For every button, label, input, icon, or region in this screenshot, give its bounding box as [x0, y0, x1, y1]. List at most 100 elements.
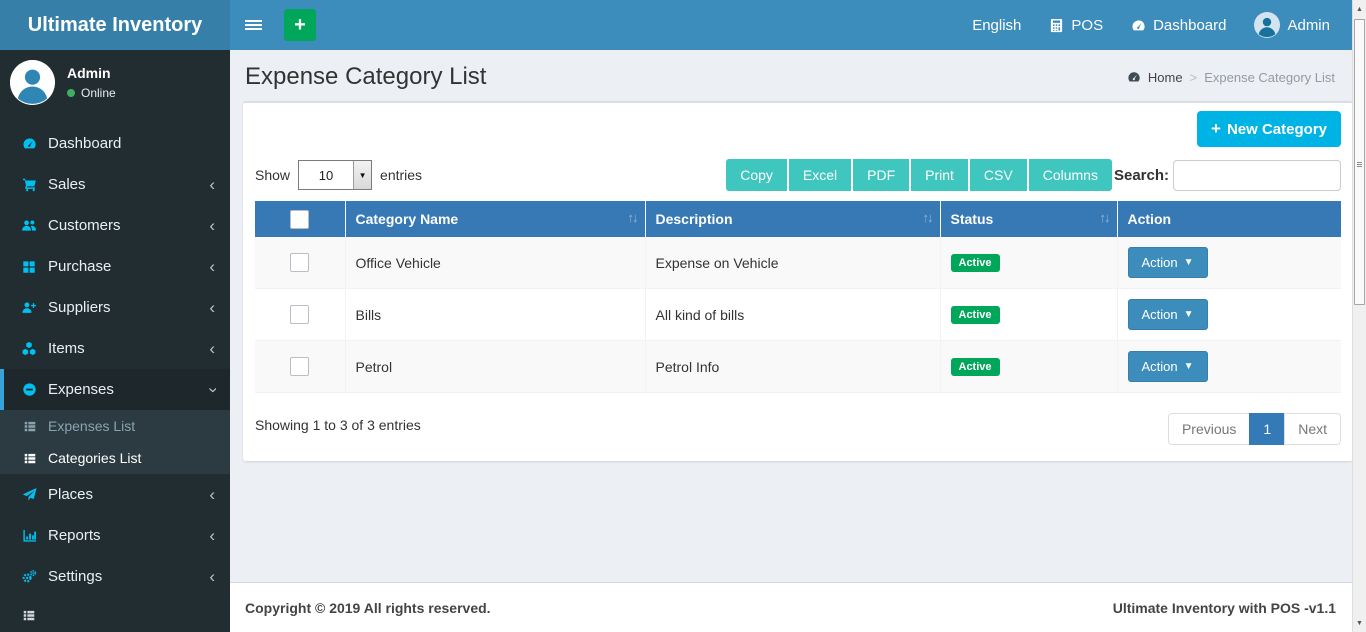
sidebar-toggle-button[interactable] — [230, 0, 276, 50]
page-title: Expense Category List — [245, 63, 486, 91]
footer-copyright: Copyright © 2019 All rights reserved. — [245, 600, 491, 616]
row-checkbox[interactable] — [290, 357, 309, 376]
export-pdf-button[interactable]: PDF — [853, 159, 909, 191]
cart-icon — [19, 177, 39, 192]
select-all-header — [255, 201, 345, 237]
app-logo[interactable]: Ultimate Inventory — [0, 0, 230, 50]
paper-plane-icon — [19, 487, 39, 502]
export-csv-button[interactable]: CSV — [970, 159, 1027, 191]
quick-add-button[interactable]: + — [284, 9, 316, 41]
category-cell: Petrol — [345, 341, 645, 393]
select-arrow-icon: ▼ — [353, 161, 371, 189]
list-icon — [21, 420, 39, 433]
sort-icon: ↑↓ — [628, 210, 637, 225]
user-plus-icon — [19, 300, 39, 315]
entries-label: entries — [380, 167, 422, 183]
sidebar-item-customers[interactable]: Customers ‹ — [0, 205, 230, 246]
scroll-up-button[interactable]: ▲ — [1353, 1, 1366, 17]
caret-down-icon: ▼ — [1184, 257, 1194, 268]
sidebar-item-categories-list[interactable]: Categories List — [0, 442, 230, 474]
search-label: Search: — [1114, 167, 1169, 184]
new-category-button[interactable]: + New Category — [1197, 111, 1341, 147]
sidebar-item-dashboard[interactable]: Dashboard — [0, 123, 230, 164]
scroll-thumb[interactable] — [1354, 19, 1365, 305]
breadcrumb-home[interactable]: Home — [1148, 70, 1183, 85]
header-category-name[interactable]: Category Name ↑↓ — [345, 201, 645, 237]
sidebar-item-items[interactable]: Items ‹ — [0, 328, 230, 369]
select-all-checkbox[interactable] — [290, 210, 309, 229]
sidebar-user-name: Admin — [67, 65, 116, 81]
description-cell: Expense on Vehicle — [645, 237, 940, 289]
sidebar-menu: Dashboard Sales ‹ Customers ‹ Purchase ‹ — [0, 123, 230, 632]
export-copy-button[interactable]: Copy — [726, 159, 787, 191]
chevron-left-icon: ‹ — [209, 303, 215, 313]
sidebar-item-expenses[interactable]: Expenses ‹ — [0, 369, 230, 410]
page-size-select[interactable]: 10 ▼ — [298, 160, 372, 190]
sidebar-user-status: Online — [81, 86, 116, 100]
page-1-button[interactable]: 1 — [1249, 413, 1285, 445]
scroll-down-button[interactable]: ▼ — [1353, 615, 1366, 631]
main-header: Ultimate Inventory + English POS Dashboa… — [0, 0, 1366, 50]
users-icon — [19, 218, 39, 233]
sort-icon: ↑↓ — [923, 210, 932, 225]
sort-icon: ↑↓ — [1100, 210, 1109, 225]
row-action-button[interactable]: Action ▼ — [1128, 299, 1208, 330]
chevron-left-icon: ‹ — [209, 531, 215, 541]
plus-icon: + — [294, 14, 306, 37]
minus-circle-icon — [19, 382, 39, 397]
table-row: Petrol Petrol Info Active Action ▼ — [255, 341, 1341, 393]
chevron-left-icon: ‹ — [209, 180, 215, 190]
chevron-down-icon: ‹ — [207, 387, 217, 393]
status-badge: Active — [951, 306, 1000, 324]
header-status[interactable]: Status ↑↓ — [940, 201, 1117, 237]
chevron-left-icon: ‹ — [209, 490, 215, 500]
pagination: Previous 1 Next — [1168, 413, 1341, 445]
sidebar-item-suppliers[interactable]: Suppliers ‹ — [0, 287, 230, 328]
sidebar: Admin Online Dashboard Sales ‹ Customer — [0, 50, 230, 632]
list-icon — [19, 609, 39, 622]
sidebar-item-reports[interactable]: Reports ‹ — [0, 515, 230, 556]
status-badge: Active — [951, 254, 1000, 272]
sidebar-avatar — [10, 60, 55, 105]
description-cell: Petrol Info — [645, 341, 940, 393]
window-scrollbar[interactable]: ▲ ▼ — [1352, 0, 1366, 632]
chevron-left-icon: ‹ — [209, 572, 215, 582]
content-header: Expense Category List Home > Expense Cat… — [230, 50, 1366, 101]
navbar-right: English POS Dashboard Admin — [958, 0, 1366, 50]
previous-page-button[interactable]: Previous — [1168, 413, 1250, 445]
header-action: Action — [1117, 201, 1341, 237]
next-page-button[interactable]: Next — [1284, 413, 1341, 445]
table-controls: Show 10 ▼ entries Copy Excel PDF Print C… — [255, 159, 1341, 191]
sidebar-item-expenses-list[interactable]: Expenses List — [0, 410, 230, 442]
user-avatar-icon — [1254, 12, 1280, 38]
table-row: Office Vehicle Expense on Vehicle Active… — [255, 237, 1341, 289]
row-checkbox[interactable] — [290, 253, 309, 272]
hamburger-icon — [245, 18, 262, 32]
breadcrumb: Home > Expense Category List — [1127, 70, 1335, 85]
header-description[interactable]: Description ↑↓ — [645, 201, 940, 237]
search-input[interactable] — [1173, 160, 1341, 191]
nav-user-menu[interactable]: Admin — [1240, 0, 1344, 50]
category-list-card: + New Category Show 10 ▼ entries Copy Ex… — [243, 101, 1353, 461]
status-badge: Active — [951, 358, 1000, 376]
export-excel-button[interactable]: Excel — [789, 159, 851, 191]
top-navbar: + English POS Dashboard — [230, 0, 1366, 50]
nav-pos[interactable]: POS — [1035, 0, 1117, 50]
row-checkbox[interactable] — [290, 305, 309, 324]
sidebar-item-partial[interactable] — [0, 597, 230, 632]
export-columns-button[interactable]: Columns — [1029, 159, 1112, 191]
nav-dashboard[interactable]: Dashboard — [1117, 0, 1240, 50]
main-footer: Copyright © 2019 All rights reserved. Ul… — [230, 582, 1366, 632]
sidebar-item-settings[interactable]: Settings ‹ — [0, 556, 230, 597]
nav-language[interactable]: English — [958, 0, 1035, 50]
sidebar-item-purchase[interactable]: Purchase ‹ — [0, 246, 230, 287]
description-cell: All kind of bills — [645, 289, 940, 341]
sidebar-item-sales[interactable]: Sales ‹ — [0, 164, 230, 205]
export-print-button[interactable]: Print — [911, 159, 968, 191]
export-buttons: Copy Excel PDF Print CSV Columns — [726, 159, 1112, 191]
bar-chart-icon — [19, 528, 39, 543]
row-action-button[interactable]: Action ▼ — [1128, 351, 1208, 382]
sidebar-item-places[interactable]: Places ‹ — [0, 474, 230, 515]
row-action-button[interactable]: Action ▼ — [1128, 247, 1208, 278]
breadcrumb-separator: > — [1190, 70, 1198, 85]
